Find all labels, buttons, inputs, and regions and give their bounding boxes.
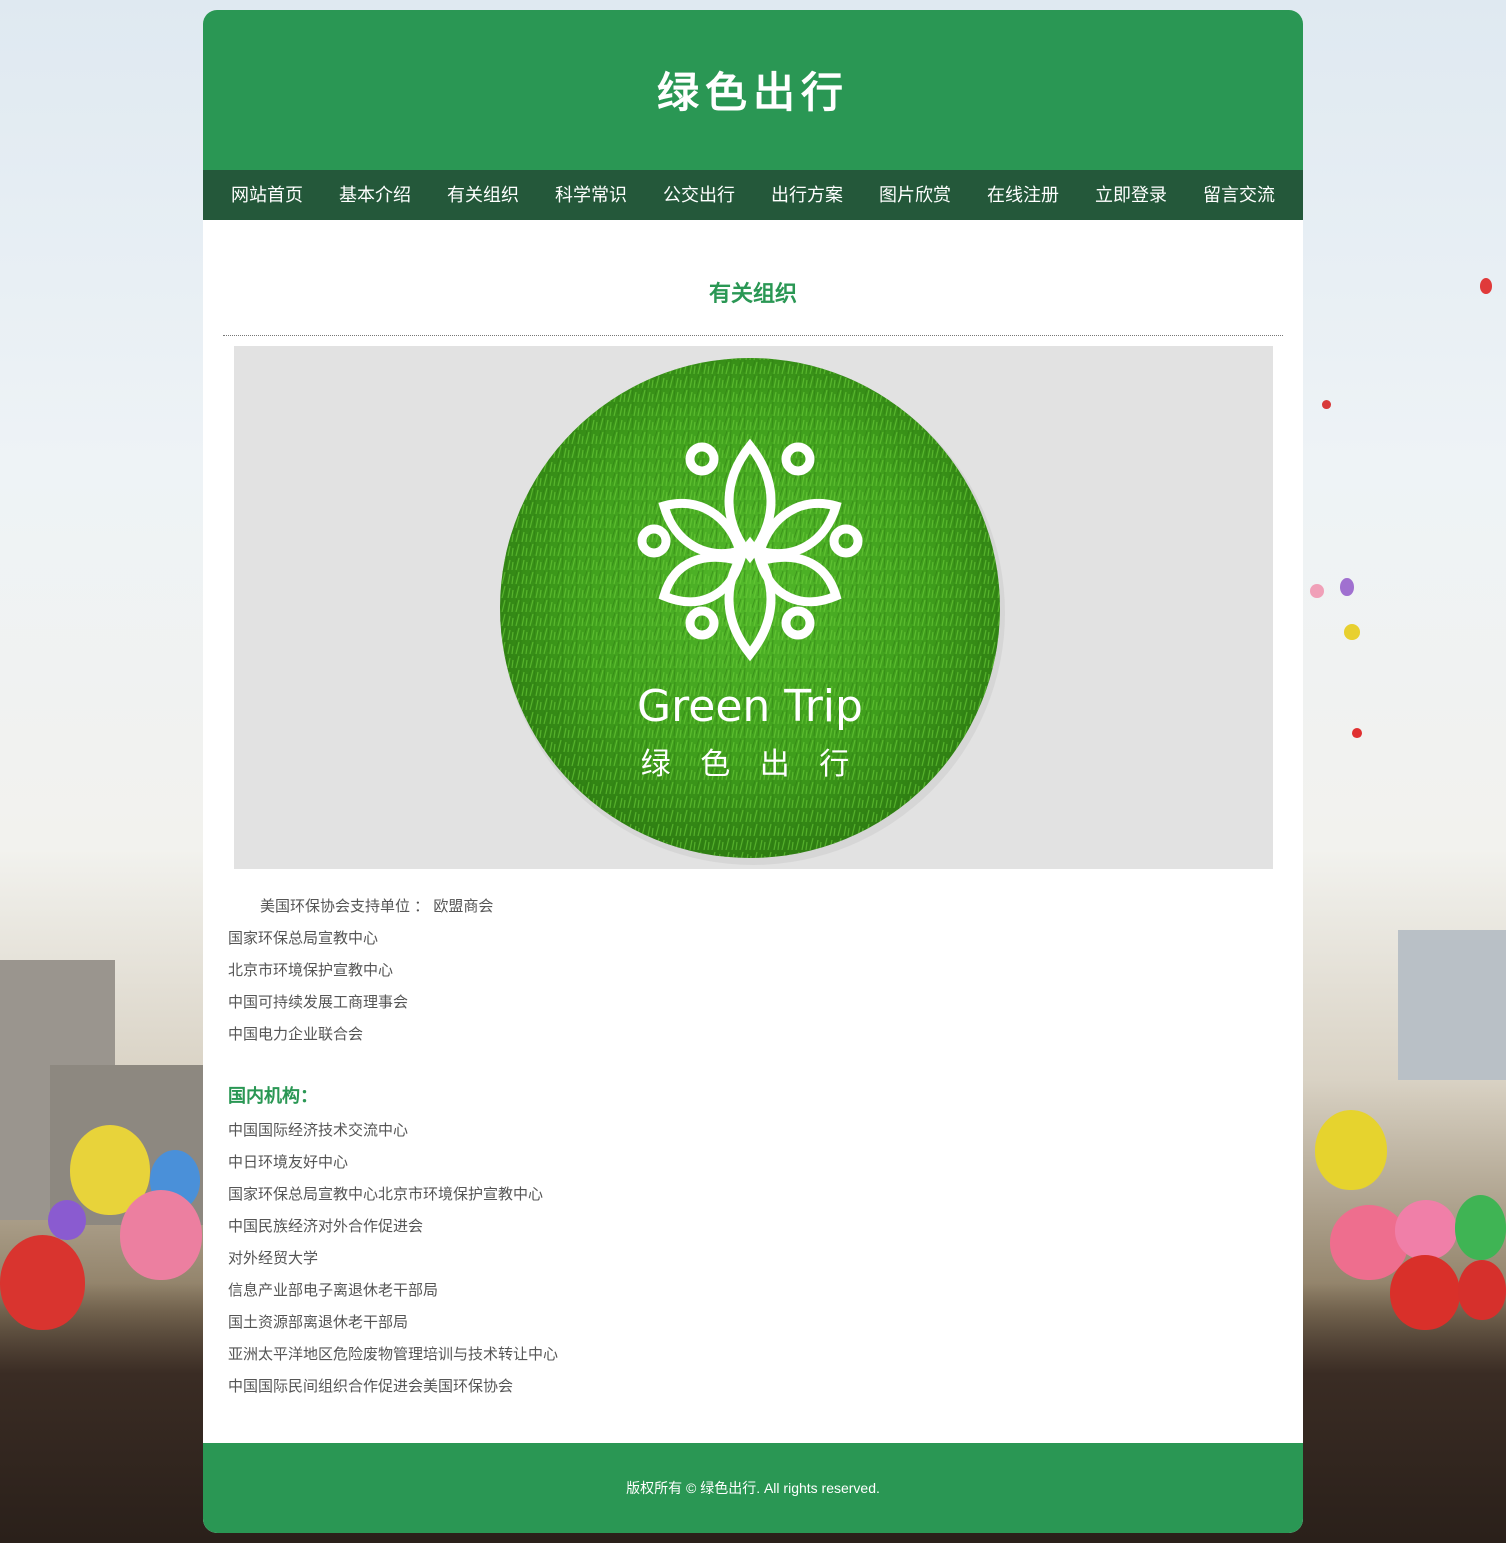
balloon-icon xyxy=(1352,728,1362,738)
balloon-icon xyxy=(1340,578,1354,596)
list-item: 对外经贸大学 xyxy=(228,1250,319,1267)
nav-item-travel-plan[interactable]: 出行方案 xyxy=(753,170,861,220)
list-item: 中国国际经济技术交流中心 xyxy=(228,1122,409,1139)
balloon-icon xyxy=(1344,624,1360,640)
bg-building xyxy=(1398,930,1506,1080)
nav-item-organizations[interactable]: 有关组织 xyxy=(429,170,537,220)
site-title: 绿色出行 xyxy=(656,67,849,117)
list-item: 中国国际民间组织合作促进会美国环保协会 xyxy=(228,1378,514,1395)
balloon-icon xyxy=(120,1190,202,1280)
site-header: 绿色出行 xyxy=(203,10,1303,170)
nav-item-home[interactable]: 网站首页 xyxy=(213,170,321,220)
nav-item-gallery[interactable]: 图片欣赏 xyxy=(861,170,969,220)
site-footer: 版权所有 © 绿色出行. All rights reserved. xyxy=(203,1443,1303,1533)
balloon-icon xyxy=(0,1235,85,1330)
list-item: 中国可持续发展工商理事会 xyxy=(228,994,409,1011)
list-item: 信息产业部电子离退休老干部局 xyxy=(228,1282,439,1299)
section-title: 有关组织 xyxy=(708,281,797,306)
list-item: 国家环保总局宣教中心 xyxy=(228,930,379,947)
balloon-icon xyxy=(1395,1200,1457,1260)
balloon-icon xyxy=(1480,278,1492,294)
balloon-icon xyxy=(1390,1255,1460,1330)
copyright-text: 版权所有 © 绿色出行. All rights reserved. xyxy=(626,1480,880,1496)
logo-text-cn: 绿 色 出 行 xyxy=(641,747,860,782)
list-item: 亚洲太平洋地区危险废物管理培训与技术转让中心 xyxy=(228,1346,559,1363)
page-container: 绿色出行 网站首页 基本介绍 有关组织 科学常识 公交出行 出行方案 图片欣赏 … xyxy=(203,10,1303,1533)
logo-text-en: Green Trip xyxy=(637,681,863,732)
list-item: 北京市环境保护宣教中心 xyxy=(228,962,394,979)
list-item: 中国民族经济对外合作促进会 xyxy=(228,1218,424,1235)
lead-text: 美国环保协会支持单位 ： 欧盟商会 xyxy=(260,898,494,915)
divider xyxy=(223,335,1283,336)
balloon-icon xyxy=(48,1200,86,1240)
list-item: 中国电力企业联合会 xyxy=(228,1026,364,1043)
nav-item-register[interactable]: 在线注册 xyxy=(969,170,1077,220)
nav-item-login[interactable]: 立即登录 xyxy=(1077,170,1185,220)
balloon-icon xyxy=(1455,1195,1506,1260)
nav-item-bus-travel[interactable]: 公交出行 xyxy=(645,170,753,220)
balloon-icon xyxy=(1322,400,1331,409)
main-nav: 网站首页 基本介绍 有关组织 科学常识 公交出行 出行方案 图片欣赏 在线注册 … xyxy=(203,170,1303,220)
balloon-icon xyxy=(1310,584,1324,598)
balloon-icon xyxy=(1315,1110,1387,1190)
balloon-icon xyxy=(1458,1260,1506,1320)
nav-item-intro[interactable]: 基本介绍 xyxy=(321,170,429,220)
nav-item-science[interactable]: 科学常识 xyxy=(537,170,645,220)
org-content: 美国环保协会支持单位 ： 欧盟商会 国家环保总局宣教中心 北京市环境保护宣教中心… xyxy=(203,869,1303,1403)
green-trip-logo-icon: Green Trip 绿 色 出 行 xyxy=(500,358,1005,865)
hero-image: Green Trip 绿 色 出 行 xyxy=(234,346,1273,869)
domestic-heading: 国内机构： xyxy=(228,1086,318,1106)
list-item: 中日环境友好中心 xyxy=(228,1154,349,1171)
list-item: 国土资源部离退休老干部局 xyxy=(228,1314,409,1331)
list-item: 国家环保总局宣教中心北京市环境保护宣教中心 xyxy=(228,1186,544,1203)
nav-item-messages[interactable]: 留言交流 xyxy=(1185,170,1293,220)
